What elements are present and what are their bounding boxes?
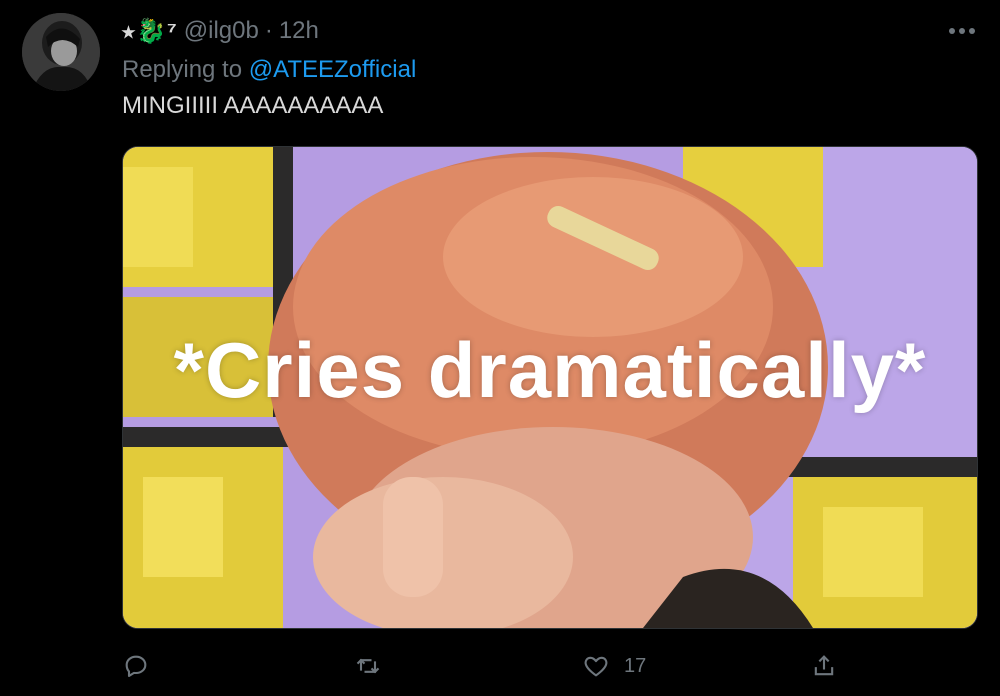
media-gif[interactable]: *Cries dramatically* [122, 146, 978, 629]
retweet-icon [356, 658, 380, 674]
avatar-image [22, 13, 100, 91]
share-icon [814, 655, 834, 676]
like-button[interactable]: 17 [582, 648, 646, 684]
timestamp[interactable]: 12h [279, 17, 319, 45]
tweet-text: MINGIIIII AAAAAAAAAA [122, 92, 384, 119]
share-button[interactable] [810, 648, 838, 684]
retweet-button[interactable] [354, 648, 382, 684]
tweet-header: ⭑🐉⁷ @ilg0b · 12h [122, 14, 319, 48]
avatar[interactable] [22, 13, 100, 91]
like-count: 17 [624, 654, 647, 677]
media-caption: *Cries dramatically* [173, 326, 927, 414]
replying-to-link[interactable]: @ATEEZofficial [249, 56, 417, 83]
display-name[interactable]: ⭑🐉⁷ [122, 17, 178, 46]
heart-icon [584, 656, 608, 677]
more-options-icon[interactable] [940, 14, 984, 48]
reply-button[interactable] [122, 648, 150, 684]
replying-to-label: Replying to [122, 56, 249, 83]
tweet-actions: 17 [122, 648, 852, 684]
user-handle[interactable]: @ilg0b [184, 17, 259, 45]
reply-icon [125, 655, 147, 677]
replying-to: Replying to @ATEEZofficial [122, 56, 416, 88]
separator-dot: · [264, 17, 273, 44]
